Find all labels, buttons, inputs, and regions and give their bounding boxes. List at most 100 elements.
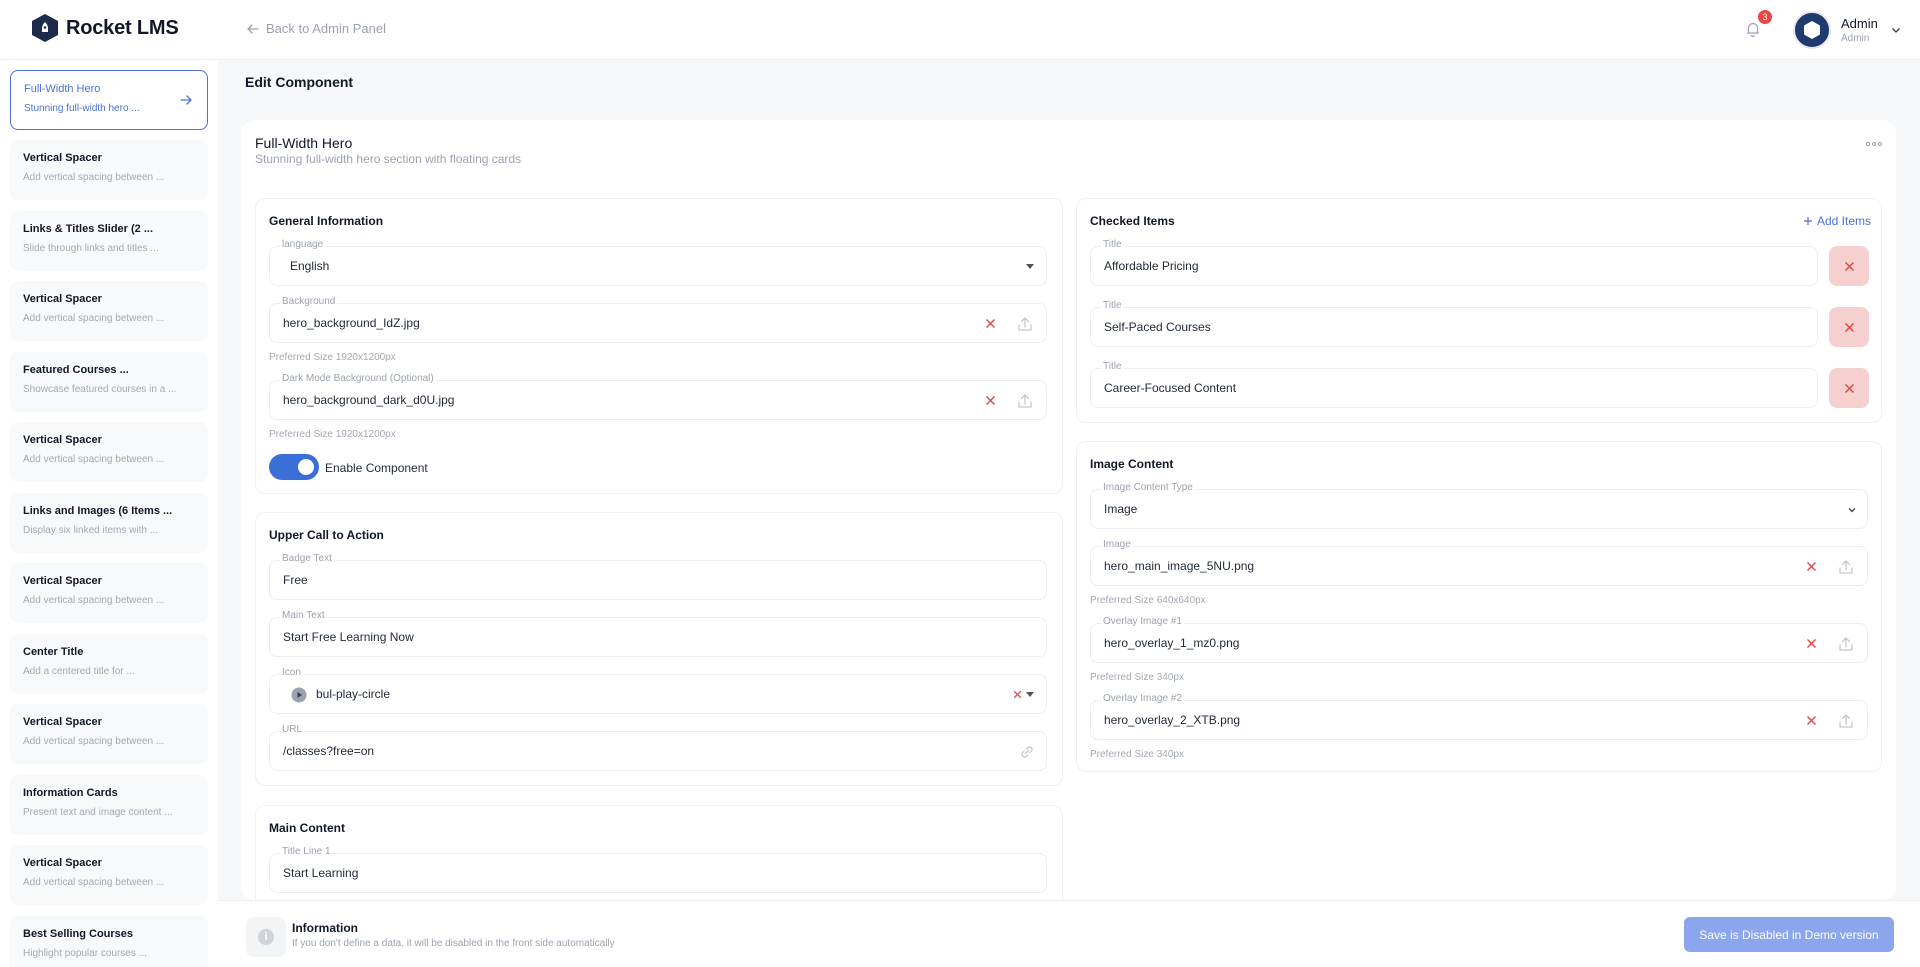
sidebar-item-vertical-spacer[interactable]: Vertical Spacer Add vertical spacing bet… (10, 704, 208, 764)
preferred-size-hint: Preferred Size 1920x1200px (269, 429, 396, 440)
sidebar-item-best-selling-courses[interactable]: Best Selling Courses Highlight popular c… (10, 916, 208, 967)
clear-icon[interactable] (1806, 638, 1817, 649)
sidebar-item-desc: Highlight popular courses ... (23, 948, 147, 959)
logo[interactable]: Rocket LMS (32, 14, 179, 42)
sidebar-item-vertical-spacer[interactable]: Vertical Spacer Add vertical spacing bet… (10, 845, 208, 905)
close-icon (1844, 322, 1854, 332)
language-select[interactable]: language English (269, 239, 1047, 286)
upload-icon[interactable] (1016, 315, 1034, 333)
sidebar-item-title: Vertical Spacer (23, 293, 102, 305)
upper-cta-section: Upper Call to Action Badge Text Free Mai… (255, 512, 1063, 786)
image-file-field[interactable]: Image hero_main_image_5NU.png (1090, 539, 1868, 586)
sidebar-item-links-titles-slider[interactable]: Links & Titles Slider (2 ... Slide throu… (10, 211, 208, 271)
section-title: Upper Call to Action (269, 528, 384, 542)
chevron-down-icon (1848, 508, 1856, 513)
add-items-button[interactable]: Add Items (1803, 214, 1871, 228)
delete-item-button[interactable] (1829, 246, 1869, 286)
sidebar-item-information-cards[interactable]: Information Cards Present text and image… (10, 775, 208, 835)
overlay-image-1-field[interactable]: Overlay Image #1 hero_overlay_1_mz0.png (1090, 616, 1868, 663)
avatar (1793, 11, 1831, 49)
sidebar-item-title: Center Title (23, 646, 84, 658)
component-sidebar: Full-Width Hero Stunning full-width hero… (0, 60, 218, 967)
sidebar-item-title: Vertical Spacer (23, 575, 102, 587)
toggle-label: Enable Component (325, 461, 428, 475)
sidebar-item-desc: Stunning full-width hero ... (24, 103, 140, 114)
general-information-section: General Information language English Bac… (255, 198, 1063, 494)
field-value: Image (1104, 502, 1138, 516)
upload-icon[interactable] (1837, 558, 1855, 576)
notifications-button[interactable]: 3 (1744, 10, 1772, 40)
upload-icon[interactable] (1837, 712, 1855, 730)
close-icon (1844, 261, 1854, 271)
overlay-image-2-field[interactable]: Overlay Image #2 hero_overlay_2_XTB.png (1090, 693, 1868, 740)
sidebar-item-vertical-spacer[interactable]: Vertical Spacer Add vertical spacing bet… (10, 422, 208, 482)
field-label: Title (1101, 300, 1124, 311)
field-label: Title (1101, 361, 1124, 372)
checked-item-title-input[interactable]: Title Affordable Pricing (1090, 239, 1818, 286)
checked-item-title-input[interactable]: Title Self-Paced Courses (1090, 300, 1818, 347)
more-options-icon[interactable] (1866, 142, 1882, 146)
field-label: URL (280, 724, 305, 735)
clear-icon[interactable] (1806, 715, 1817, 726)
field-label: language (280, 239, 326, 250)
delete-item-button[interactable] (1829, 368, 1869, 408)
sidebar-item-vertical-spacer[interactable]: Vertical Spacer Add vertical spacing bet… (10, 563, 208, 623)
upload-icon[interactable] (1837, 635, 1855, 653)
image-content-type-select[interactable]: Image Content Type Image (1090, 482, 1868, 529)
section-title: Main Content (269, 821, 345, 835)
sidebar-item-links-and-images[interactable]: Links and Images (6 Items ... Display si… (10, 493, 208, 553)
sidebar-item-featured-courses[interactable]: Featured Courses ... Showcase featured c… (10, 352, 208, 412)
sidebar-item-desc: Add a centered title for ... (23, 666, 135, 677)
sidebar-item-full-width-hero[interactable]: Full-Width Hero Stunning full-width hero… (10, 70, 208, 130)
caret-down-icon (1026, 264, 1034, 269)
main-text-input[interactable]: Main Text Start Free Learning Now (269, 610, 1047, 657)
play-circle-icon (291, 687, 307, 703)
bell-icon (1747, 22, 1759, 38)
field-label: Icon (280, 667, 303, 678)
sidebar-item-desc: Slide through links and titles ... (23, 243, 159, 254)
url-input[interactable]: URL /classes?free=on (269, 724, 1047, 771)
footer-bar: i Information If you don't define a data… (218, 900, 1920, 967)
dark-background-file-field[interactable]: Dark Mode Background (Optional) hero_bac… (269, 373, 1047, 420)
field-value: Start Free Learning Now (283, 630, 414, 644)
checked-item-title-input[interactable]: Title Career-Focused Content (1090, 361, 1818, 408)
field-label: Main Text (280, 610, 327, 621)
app-name: Rocket LMS (66, 16, 179, 39)
main-content-section: Main Content Title Line 1 Start Learning (255, 805, 1063, 900)
user-menu[interactable]: Admin Admin (1793, 11, 1902, 49)
section-title: General Information (269, 214, 384, 228)
sidebar-item-vertical-spacer[interactable]: Vertical Spacer Add vertical spacing bet… (10, 140, 208, 200)
section-title: Image Content (1090, 457, 1174, 471)
image-content-section: Image Content Image Content Type Image I… (1076, 441, 1882, 772)
title-line-1-input[interactable]: Title Line 1 Start Learning (269, 846, 1047, 893)
clear-icon[interactable] (1013, 690, 1022, 699)
upload-icon[interactable] (1016, 392, 1034, 410)
field-label: Overlay Image #1 (1101, 616, 1184, 627)
field-label: Background (280, 296, 338, 307)
badge-text-input[interactable]: Badge Text Free (269, 553, 1047, 600)
clear-icon[interactable] (985, 395, 996, 406)
sidebar-item-desc: Showcase featured courses in a ... (23, 384, 177, 395)
sidebar-item-desc: Add vertical spacing between ... (23, 736, 165, 747)
sidebar-item-title: Full-Width Hero (24, 83, 101, 95)
background-file-field[interactable]: Background hero_background_IdZ.jpg (269, 296, 1047, 343)
sidebar-item-title: Vertical Spacer (23, 857, 102, 869)
save-button[interactable]: Save is Disabled in Demo version (1684, 917, 1894, 952)
field-value: Affordable Pricing (1104, 259, 1199, 273)
close-icon (1844, 383, 1854, 393)
sidebar-item-title: Links and Images (6 Items ... (23, 505, 173, 517)
field-value: hero_background_IdZ.jpg (283, 316, 420, 330)
field-value: hero_main_image_5NU.png (1104, 559, 1255, 573)
sidebar-item-center-title[interactable]: Center Title Add a centered title for ..… (10, 634, 208, 694)
clear-icon[interactable] (985, 318, 996, 329)
caret-down-icon (1026, 692, 1034, 697)
field-value: Free (283, 573, 308, 587)
sidebar-item-vertical-spacer[interactable]: Vertical Spacer Add vertical spacing bet… (10, 281, 208, 341)
back-to-admin-link[interactable]: Back to Admin Panel (246, 21, 386, 36)
sidebar-item-title: Best Selling Courses (23, 928, 134, 940)
delete-item-button[interactable] (1829, 307, 1869, 347)
clear-icon[interactable] (1806, 561, 1817, 572)
checked-items-section: Checked Items Add Items Title Affordable… (1076, 198, 1882, 423)
enable-component-toggle[interactable] (269, 454, 319, 480)
icon-select[interactable]: Icon bul-play-circle (269, 667, 1047, 714)
